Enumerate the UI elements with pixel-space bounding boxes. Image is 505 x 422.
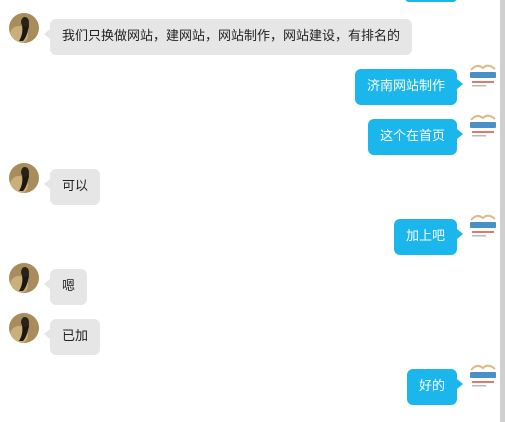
sent-message-bubble[interactable]: 加上吧 [393,219,464,255]
message-row: 已加 [0,313,500,355]
company-logo-avatar[interactable] [467,61,499,93]
message-row: 可以 [0,163,500,205]
company-logo-avatar[interactable] [467,211,499,243]
sent-message-bubble[interactable]: 好的 [406,369,464,405]
received-message-bubble[interactable]: 可以 [43,169,101,205]
message-row: 这个在首页 [0,111,500,155]
message-row: 好的 [0,361,500,405]
company-logo-avatar[interactable] [467,361,499,393]
user-avatar[interactable] [9,163,39,193]
sent-message-bubble[interactable]: 济南网站制作 [354,69,464,105]
previous-message-bubble [405,0,457,2]
received-message-bubble[interactable]: 我们只换做网站，建网站，网站制作，网站建设，有排名的 [43,19,413,55]
message-row: 加上吧 [0,211,500,255]
scrollbar-thumb[interactable] [500,0,505,422]
message-row: 济南网站制作 [0,61,500,105]
user-avatar[interactable] [9,13,39,43]
user-avatar[interactable] [9,313,39,343]
company-logo-avatar[interactable] [467,111,499,143]
sent-message-bubble[interactable]: 这个在首页 [367,119,464,155]
message-row: 我们只换做网站，建网站，网站制作，网站建设，有排名的 [0,13,500,55]
received-message-bubble[interactable]: 已加 [43,319,101,355]
received-message-bubble[interactable]: 嗯 [43,269,88,305]
user-avatar[interactable] [9,263,39,293]
scrollbar-track[interactable] [500,0,505,422]
message-row: 嗯 [0,263,500,305]
